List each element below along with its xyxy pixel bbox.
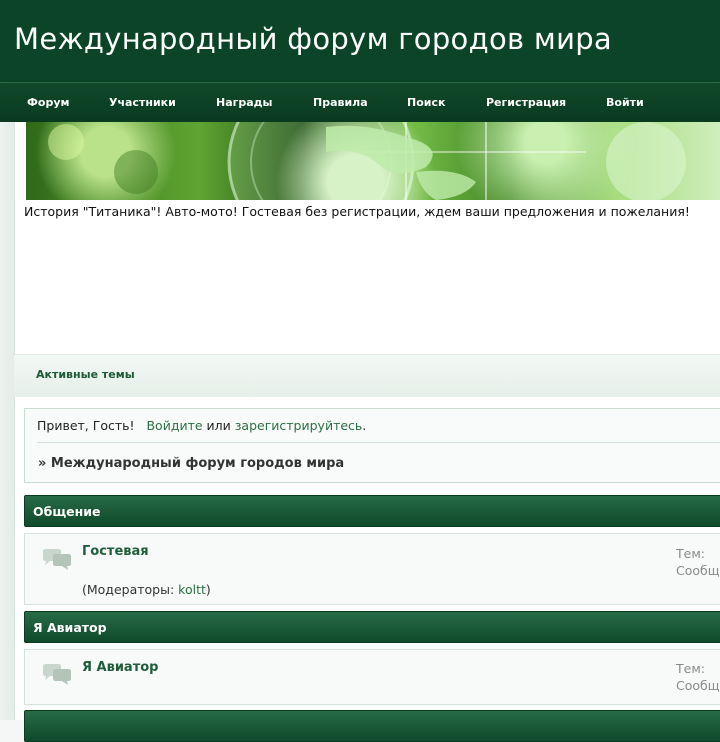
- nav-register[interactable]: Регистрация: [486, 96, 566, 109]
- moderators-prefix: (Модераторы:: [82, 582, 179, 597]
- category-title[interactable]: Я Авиатор: [33, 620, 107, 635]
- forum-name-guestbook[interactable]: Гостевая: [82, 544, 149, 559]
- active-topics-link[interactable]: Активные темы: [36, 368, 135, 381]
- nav-search[interactable]: Поиск: [407, 96, 445, 109]
- topics-count-label: Тем:: [676, 546, 705, 561]
- forum-banner-image: [26, 122, 720, 200]
- moderator-link[interactable]: koltt: [178, 582, 206, 597]
- nav-rules[interactable]: Правила: [313, 96, 368, 109]
- speech-bubbles-icon: [43, 664, 71, 685]
- category-header-next[interactable]: [24, 710, 720, 742]
- nav-awards[interactable]: Награды: [216, 96, 273, 109]
- breadcrumb: » Международный форум городов мира: [38, 456, 345, 471]
- greeting-text: Привет, Гость!: [37, 418, 135, 433]
- topics-count-label: Тем:: [676, 661, 705, 676]
- site-header: Международный форум городов мира: [0, 0, 720, 83]
- nav-members[interactable]: Участники: [109, 96, 176, 109]
- forum-row-aviator: Я Авиатор Тем: Сообщений:: [24, 649, 720, 705]
- posts-count-label: Сообщений:: [676, 678, 720, 693]
- page-left-gutter: [0, 122, 14, 720]
- nav-login[interactable]: Войти: [606, 96, 644, 109]
- welcome-line: Привет, Гость! Войдите или зарегистрируй…: [37, 418, 366, 433]
- category-header-obshchenie[interactable]: Общение: [24, 495, 720, 527]
- forum-name-aviator[interactable]: Я Авиатор: [82, 660, 158, 675]
- announcement-text: История "Титаника"! Авто-мото! Гостевая …: [24, 204, 690, 219]
- forum-row-guestbook: Гостевая (Модераторы: koltt) Тем: Сообще…: [24, 533, 720, 605]
- period-text: .: [362, 418, 367, 433]
- nav-forum[interactable]: Форум: [27, 96, 70, 109]
- category-title[interactable]: Общение: [33, 504, 101, 519]
- moderators-suffix: ): [205, 582, 211, 597]
- category-header-aviator[interactable]: Я Авиатор: [24, 611, 720, 643]
- login-link[interactable]: Войдите: [146, 418, 202, 433]
- welcome-divider: [37, 442, 720, 443]
- main-navigation: Форум Участники Награды Правила Поиск Ре…: [0, 82, 720, 123]
- posts-count-label: Сообщений:: [676, 563, 720, 578]
- or-text: или: [206, 418, 231, 433]
- site-title: Международный форум городов мира: [14, 22, 612, 56]
- speech-bubbles-icon: [43, 549, 71, 570]
- forum-moderators: (Модераторы: koltt): [82, 582, 211, 597]
- register-link[interactable]: зарегистрируйтесь: [235, 418, 363, 433]
